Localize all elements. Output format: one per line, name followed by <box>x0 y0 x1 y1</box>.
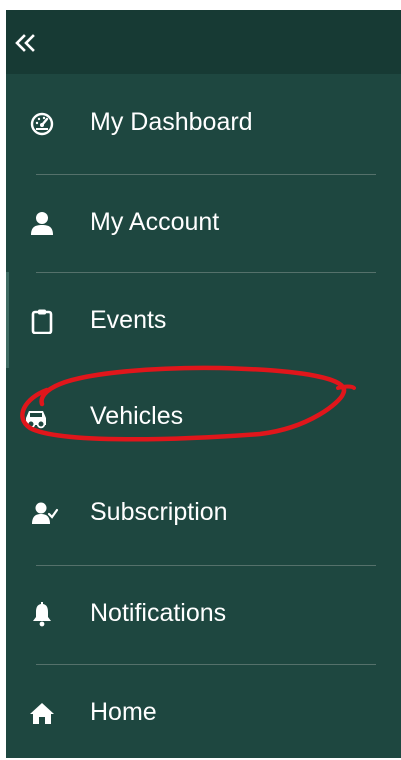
bell-icon <box>29 601 55 627</box>
sidebar-header <box>6 10 401 74</box>
sidebar-item-subscription[interactable]: Subscription <box>6 464 401 560</box>
user-icon <box>29 210 55 236</box>
sidebar-item-account[interactable]: My Account <box>6 174 401 270</box>
sidebar-item-events[interactable]: Events <box>6 272 401 368</box>
sidebar-item-label: My Dashboard <box>90 108 253 136</box>
sidebar-item-notifications[interactable]: Notifications <box>6 565 401 661</box>
dashboard-gauge-icon <box>29 110 55 136</box>
double-chevron-left-icon <box>15 34 35 52</box>
clipboard-icon <box>29 308 55 334</box>
car-icon <box>20 404 46 430</box>
sidebar-item-label: Subscription <box>90 498 228 526</box>
sidebar-item-label: Notifications <box>90 599 227 627</box>
sidebar-item-label: Home <box>90 698 157 726</box>
sidebar-item-dashboard[interactable]: My Dashboard <box>6 74 401 170</box>
collapse-sidebar-button[interactable] <box>14 32 36 54</box>
home-icon <box>29 700 55 726</box>
sidebar-item-label: Events <box>90 306 167 334</box>
sidebar-item-home[interactable]: Home <box>6 664 401 760</box>
sidebar-item-vehicles[interactable]: Vehicles <box>6 368 401 464</box>
sidebar-menu: My Dashboard My Account Events Vehicles … <box>6 74 401 758</box>
sidebar-item-label: Vehicles <box>90 402 184 430</box>
sidebar-item-label: My Account <box>90 208 220 236</box>
user-check-icon <box>29 500 59 526</box>
sidebar: My Dashboard My Account Events Vehicles … <box>6 10 401 758</box>
